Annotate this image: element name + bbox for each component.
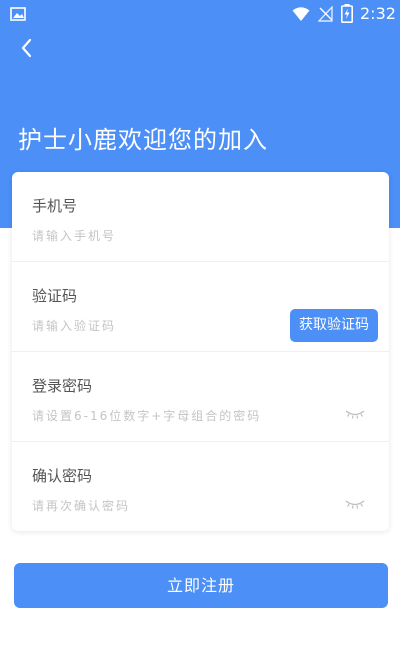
confirm-password-label: 确认密码 <box>32 467 93 485</box>
phone-row: 手机号 <box>12 172 389 262</box>
phone-label: 手机号 <box>32 197 78 215</box>
status-bar: 2:32 <box>0 0 400 28</box>
confirm-password-row: 确认密码 <box>12 442 389 532</box>
page-title: 护士小鹿欢迎您的加入 <box>18 126 268 154</box>
password-input[interactable] <box>32 406 282 426</box>
no-signal-icon <box>318 6 333 22</box>
wifi-icon <box>292 7 310 21</box>
eye-closed-icon[interactable] <box>345 498 365 510</box>
password-label: 登录密码 <box>32 377 93 395</box>
confirm-password-input[interactable] <box>32 496 282 516</box>
eye-closed-icon[interactable] <box>345 408 365 420</box>
status-time: 2:32 <box>360 4 396 23</box>
register-button[interactable]: 立即注册 <box>14 563 388 608</box>
phone-input[interactable] <box>32 226 282 246</box>
password-row: 登录密码 <box>12 352 389 442</box>
back-button[interactable] <box>16 36 40 60</box>
get-code-button[interactable]: 获取验证码 <box>290 309 378 342</box>
battery-charging-icon <box>341 4 353 23</box>
code-input[interactable] <box>32 316 282 336</box>
code-label: 验证码 <box>32 287 78 305</box>
register-form-card: 手机号 验证码 登录密码 确认密码 获取验证码 <box>12 172 389 531</box>
gallery-icon <box>10 7 26 21</box>
